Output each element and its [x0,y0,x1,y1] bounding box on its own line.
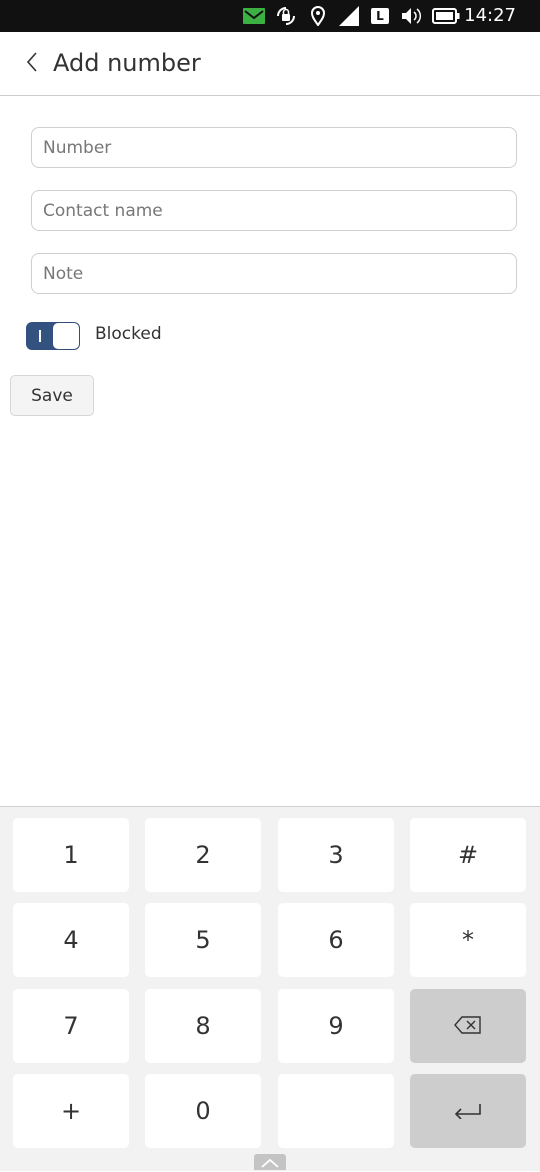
key-hash[interactable]: # [410,818,526,892]
clock: 14:27 [464,5,516,26]
key-4[interactable]: 4 [13,903,129,977]
toggle-on-indicator [39,330,41,342]
rotation-lock-icon [274,6,298,26]
key-star[interactable]: * [410,903,526,977]
back-button[interactable] [14,46,50,82]
header: Add number [0,32,540,96]
key-2[interactable]: 2 [145,818,261,892]
message-icon [243,6,265,26]
key-5[interactable]: 5 [145,903,261,977]
blocked-toggle[interactable] [26,322,80,350]
blocked-label: Blocked [95,324,162,344]
keyboard-hide-handle[interactable] [254,1154,286,1170]
number-input[interactable] [31,127,517,168]
key-blank[interactable] [278,1074,394,1148]
chevron-left-icon [25,51,39,77]
key-3[interactable]: 3 [278,818,394,892]
backspace-icon [454,1012,482,1040]
location-icon [309,6,327,26]
status-bar: L 14:27 [0,0,540,32]
signal-icon [338,6,360,26]
battery-icon [432,6,460,26]
contact-name-input[interactable] [31,190,517,231]
backspace-key[interactable] [410,989,526,1063]
key-plus[interactable]: + [13,1074,129,1148]
volume-icon [401,6,423,26]
key-6[interactable]: 6 [278,903,394,977]
enter-icon [453,1097,483,1125]
key-7[interactable]: 7 [13,989,129,1063]
chevron-up-icon [260,1153,280,1172]
key-0[interactable]: 0 [145,1074,261,1148]
key-8[interactable]: 8 [145,989,261,1063]
page-title: Add number [53,49,201,77]
key-1[interactable]: 1 [13,818,129,892]
lte-icon: L [370,6,390,26]
note-input[interactable] [31,253,517,294]
enter-key[interactable] [410,1074,526,1148]
save-button[interactable]: Save [10,375,94,416]
key-9[interactable]: 9 [278,989,394,1063]
toggle-thumb [53,323,79,349]
